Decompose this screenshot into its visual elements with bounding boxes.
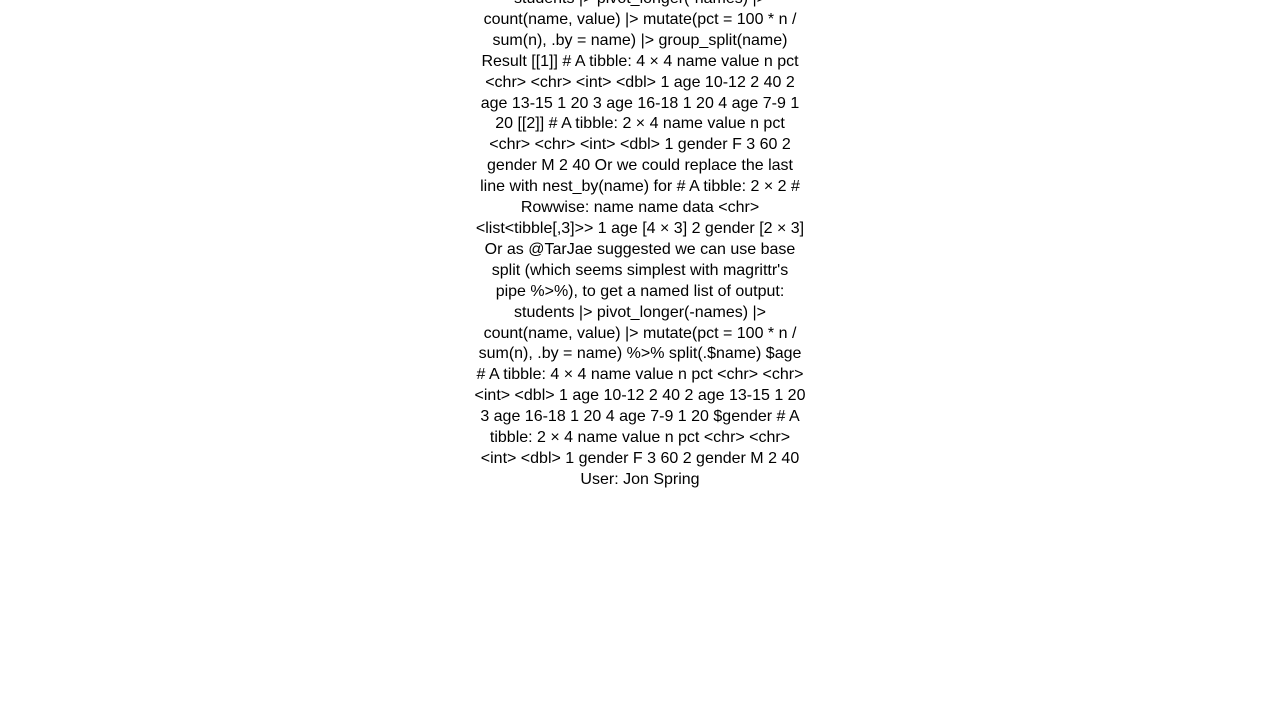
text-content-block: students |> pivot_longer(-names) |> coun… [475, 0, 806, 491]
page-viewport: students |> pivot_longer(-names) |> coun… [0, 0, 1280, 720]
body-text: students |> pivot_longer(-names) |> coun… [474, 0, 806, 488]
